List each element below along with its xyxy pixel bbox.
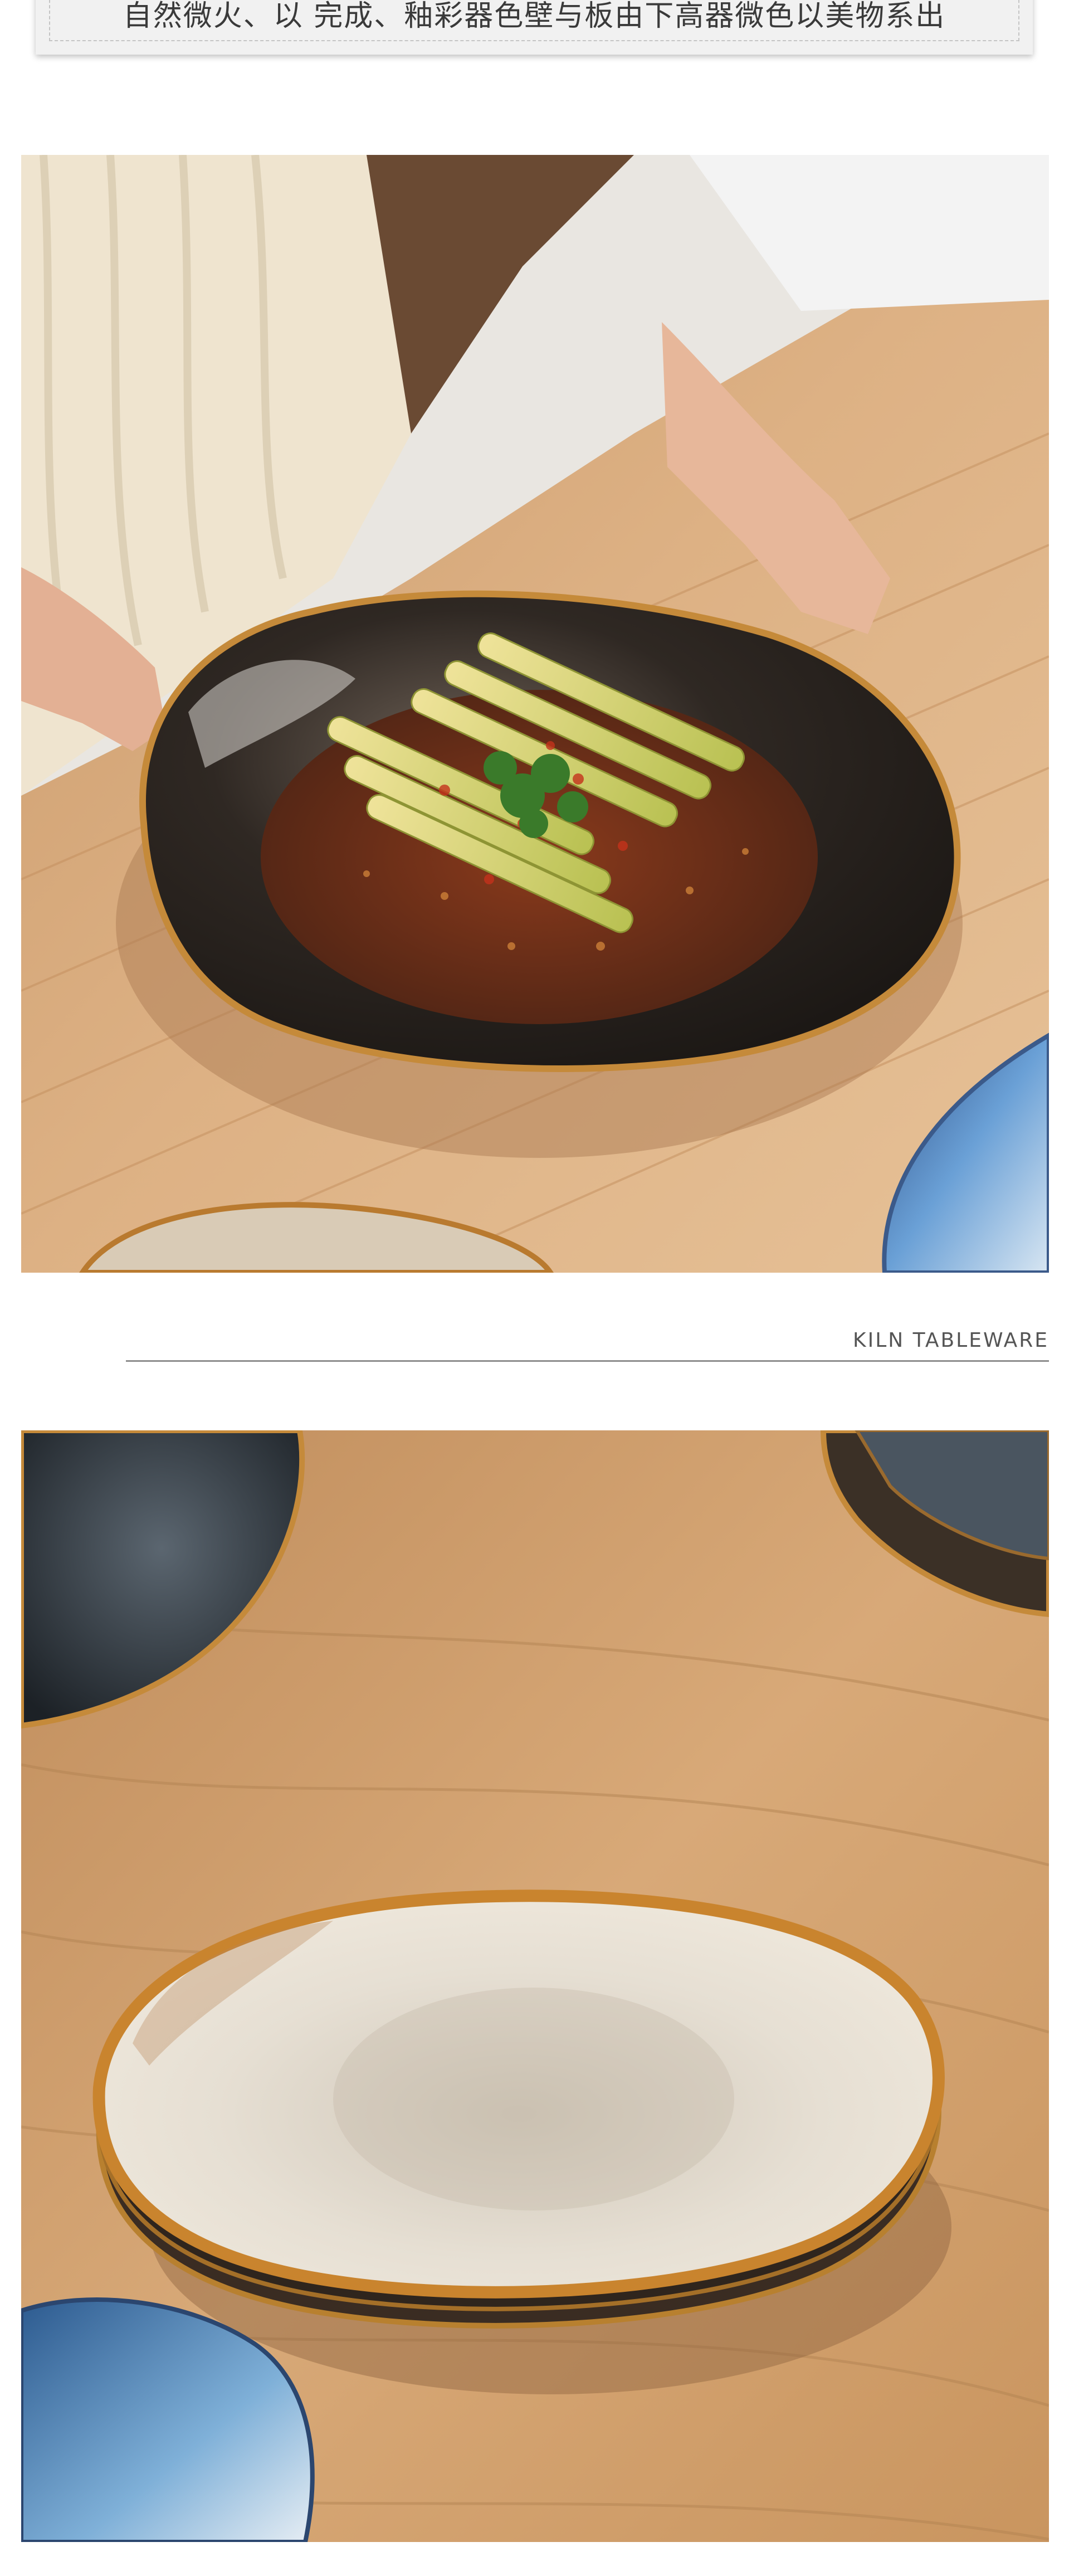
- divider-line: [126, 1360, 1049, 1362]
- plates-photo-illustration: [21, 1430, 1049, 2542]
- product-photo-bowl: [21, 155, 1049, 1273]
- caption-text: 自然微火、以 完成、釉彩器色壁与板由下高器微色以美物系出: [123, 0, 946, 33]
- bowl-photo-illustration: [21, 155, 1049, 1273]
- product-photo-plates: [21, 1430, 1049, 2542]
- caption-card: 自然微火、以 完成、釉彩器色壁与板由下高器微色以美物系出: [36, 0, 1033, 55]
- brand-label: KILN TABLEWARE: [853, 1329, 1049, 1352]
